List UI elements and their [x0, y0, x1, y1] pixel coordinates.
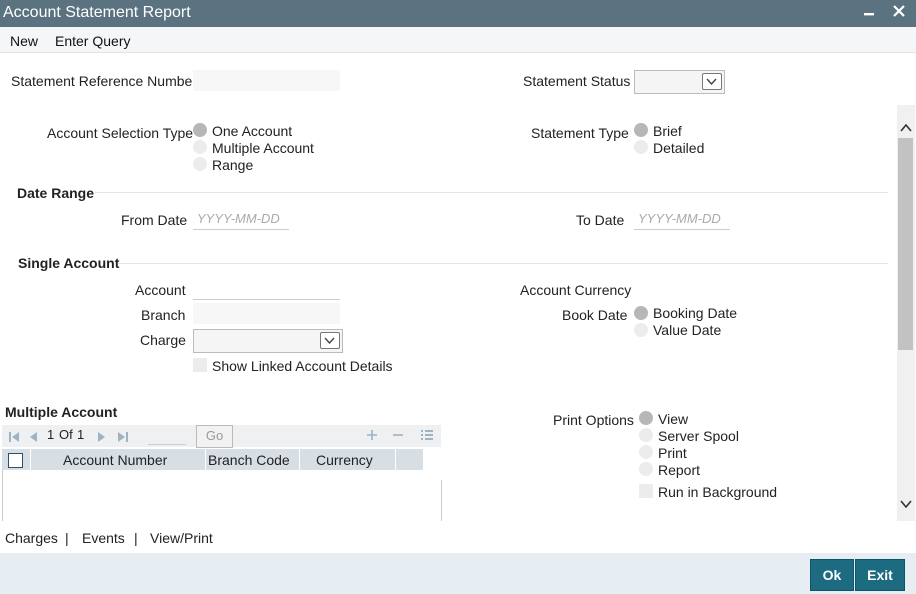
add-row-icon[interactable]	[366, 428, 378, 445]
radio-multiple-account[interactable]	[193, 140, 207, 154]
column-separator	[205, 449, 206, 470]
radio-print-label: Print	[658, 445, 687, 461]
show-linked-account-label: Show Linked Account Details	[212, 358, 393, 374]
window-title: Account Statement Report	[3, 4, 191, 21]
radio-value-date[interactable]	[634, 323, 648, 337]
grid-header: Account Number Branch Code Currency	[2, 449, 423, 470]
footer-bar	[0, 553, 916, 594]
column-separator	[30, 449, 31, 470]
radio-range[interactable]	[193, 157, 207, 171]
radio-booking-date[interactable]	[634, 306, 648, 320]
section-divider	[118, 263, 888, 264]
statement-reference-number-input[interactable]	[193, 70, 340, 91]
column-separator	[299, 449, 300, 470]
link-events[interactable]: Events	[82, 530, 125, 546]
statement-type-label: Statement Type	[531, 125, 629, 141]
radio-view[interactable]	[639, 411, 653, 425]
menu-new[interactable]: New	[10, 33, 38, 49]
run-in-background-checkbox[interactable]	[639, 484, 653, 498]
radio-report[interactable]	[639, 462, 653, 476]
next-page-icon[interactable]	[97, 430, 107, 446]
delete-row-icon[interactable]	[392, 428, 404, 445]
charge-label: Charge	[140, 332, 186, 348]
account-currency-input[interactable]	[634, 278, 724, 299]
to-date-placeholder: YYYY-MM-DD	[638, 211, 721, 226]
radio-booking-date-label: Booking Date	[653, 305, 738, 321]
grid-border-left	[2, 470, 3, 521]
last-page-icon[interactable]	[117, 430, 129, 446]
current-page: 1	[47, 427, 55, 442]
account-input[interactable]	[193, 278, 340, 300]
branch-input[interactable]	[193, 303, 340, 324]
statement-status-label: Statement Status	[523, 73, 631, 89]
previous-page-icon[interactable]	[28, 430, 38, 446]
show-linked-account-checkbox[interactable]	[193, 358, 207, 372]
multiple-account-heading: Multiple Account	[5, 404, 118, 420]
radio-brief[interactable]	[634, 123, 648, 137]
column-currency[interactable]: Currency	[316, 452, 373, 468]
radio-one-account-label: One Account	[212, 123, 293, 139]
account-label: Account	[135, 282, 186, 298]
radio-one-account[interactable]	[193, 123, 207, 137]
column-separator	[395, 449, 396, 470]
close-icon[interactable]	[890, 3, 908, 23]
column-account-number[interactable]: Account Number	[63, 452, 167, 468]
date-range-heading: Date Range	[17, 185, 95, 201]
radio-server-spool[interactable]	[639, 428, 653, 442]
statement-reference-number-label: Statement Reference Number	[11, 73, 197, 89]
link-view-print[interactable]: View/Print	[150, 530, 213, 546]
grid-border-right	[441, 480, 442, 521]
from-date-label: From Date	[121, 212, 188, 228]
menu-bar: New Enter Query	[0, 27, 916, 53]
link-charges[interactable]: Charges	[5, 530, 58, 546]
vertical-scrollbar[interactable]	[897, 105, 915, 521]
radio-server-spool-label: Server Spool	[658, 428, 739, 444]
page-number-input[interactable]	[148, 428, 186, 445]
book-date-label: Book Date	[562, 307, 628, 323]
link-separator: |	[134, 530, 138, 546]
branch-label: Branch	[141, 307, 186, 323]
list-options-icon[interactable]	[420, 428, 434, 445]
radio-brief-label: Brief	[653, 123, 682, 139]
account-currency-label: Account Currency	[520, 282, 632, 298]
ok-button[interactable]: Ok	[810, 559, 854, 591]
bottom-link-bar: Charges | Events | View/Print	[0, 521, 916, 553]
print-options-label: Print Options	[553, 412, 634, 428]
account-selection-type-label: Account Selection Type	[47, 125, 194, 141]
from-date-input[interactable]: YYYY-MM-DD	[193, 208, 289, 230]
link-separator: |	[65, 530, 69, 546]
to-date-label: To Date	[576, 212, 625, 228]
go-button[interactable]: Go	[196, 425, 233, 448]
radio-detailed-label: Detailed	[653, 140, 705, 156]
radio-report-label: Report	[658, 462, 701, 478]
run-in-background-label: Run in Background	[658, 484, 778, 500]
column-branch-code[interactable]: Branch Code	[208, 452, 290, 468]
scroll-up-icon[interactable]	[900, 119, 912, 135]
select-all-checkbox[interactable]	[8, 453, 23, 468]
section-divider	[95, 192, 888, 193]
single-account-heading: Single Account	[18, 255, 120, 271]
radio-detailed[interactable]	[634, 140, 648, 154]
title-bar: Account Statement Report	[0, 0, 916, 27]
statement-status-select[interactable]	[634, 70, 725, 94]
exit-button[interactable]: Exit	[855, 559, 905, 591]
minimize-icon[interactable]	[860, 3, 878, 23]
scroll-thumb[interactable]	[898, 138, 913, 350]
total-pages: 1	[77, 427, 85, 442]
from-date-placeholder: YYYY-MM-DD	[197, 211, 280, 226]
scroll-down-icon[interactable]	[900, 495, 912, 511]
radio-print[interactable]	[639, 445, 653, 459]
chevron-down-icon	[320, 332, 340, 349]
first-page-icon[interactable]	[8, 430, 20, 446]
charge-select[interactable]	[193, 329, 343, 353]
radio-value-date-label: Value Date	[653, 322, 722, 338]
radio-multiple-account-label: Multiple Account	[212, 140, 314, 156]
radio-range-label: Range	[212, 157, 254, 173]
chevron-down-icon	[702, 73, 722, 90]
page-of-label: Of	[59, 427, 73, 442]
menu-enter-query[interactable]: Enter Query	[55, 33, 130, 49]
radio-view-label: View	[658, 411, 689, 427]
to-date-input[interactable]: YYYY-MM-DD	[634, 208, 730, 230]
